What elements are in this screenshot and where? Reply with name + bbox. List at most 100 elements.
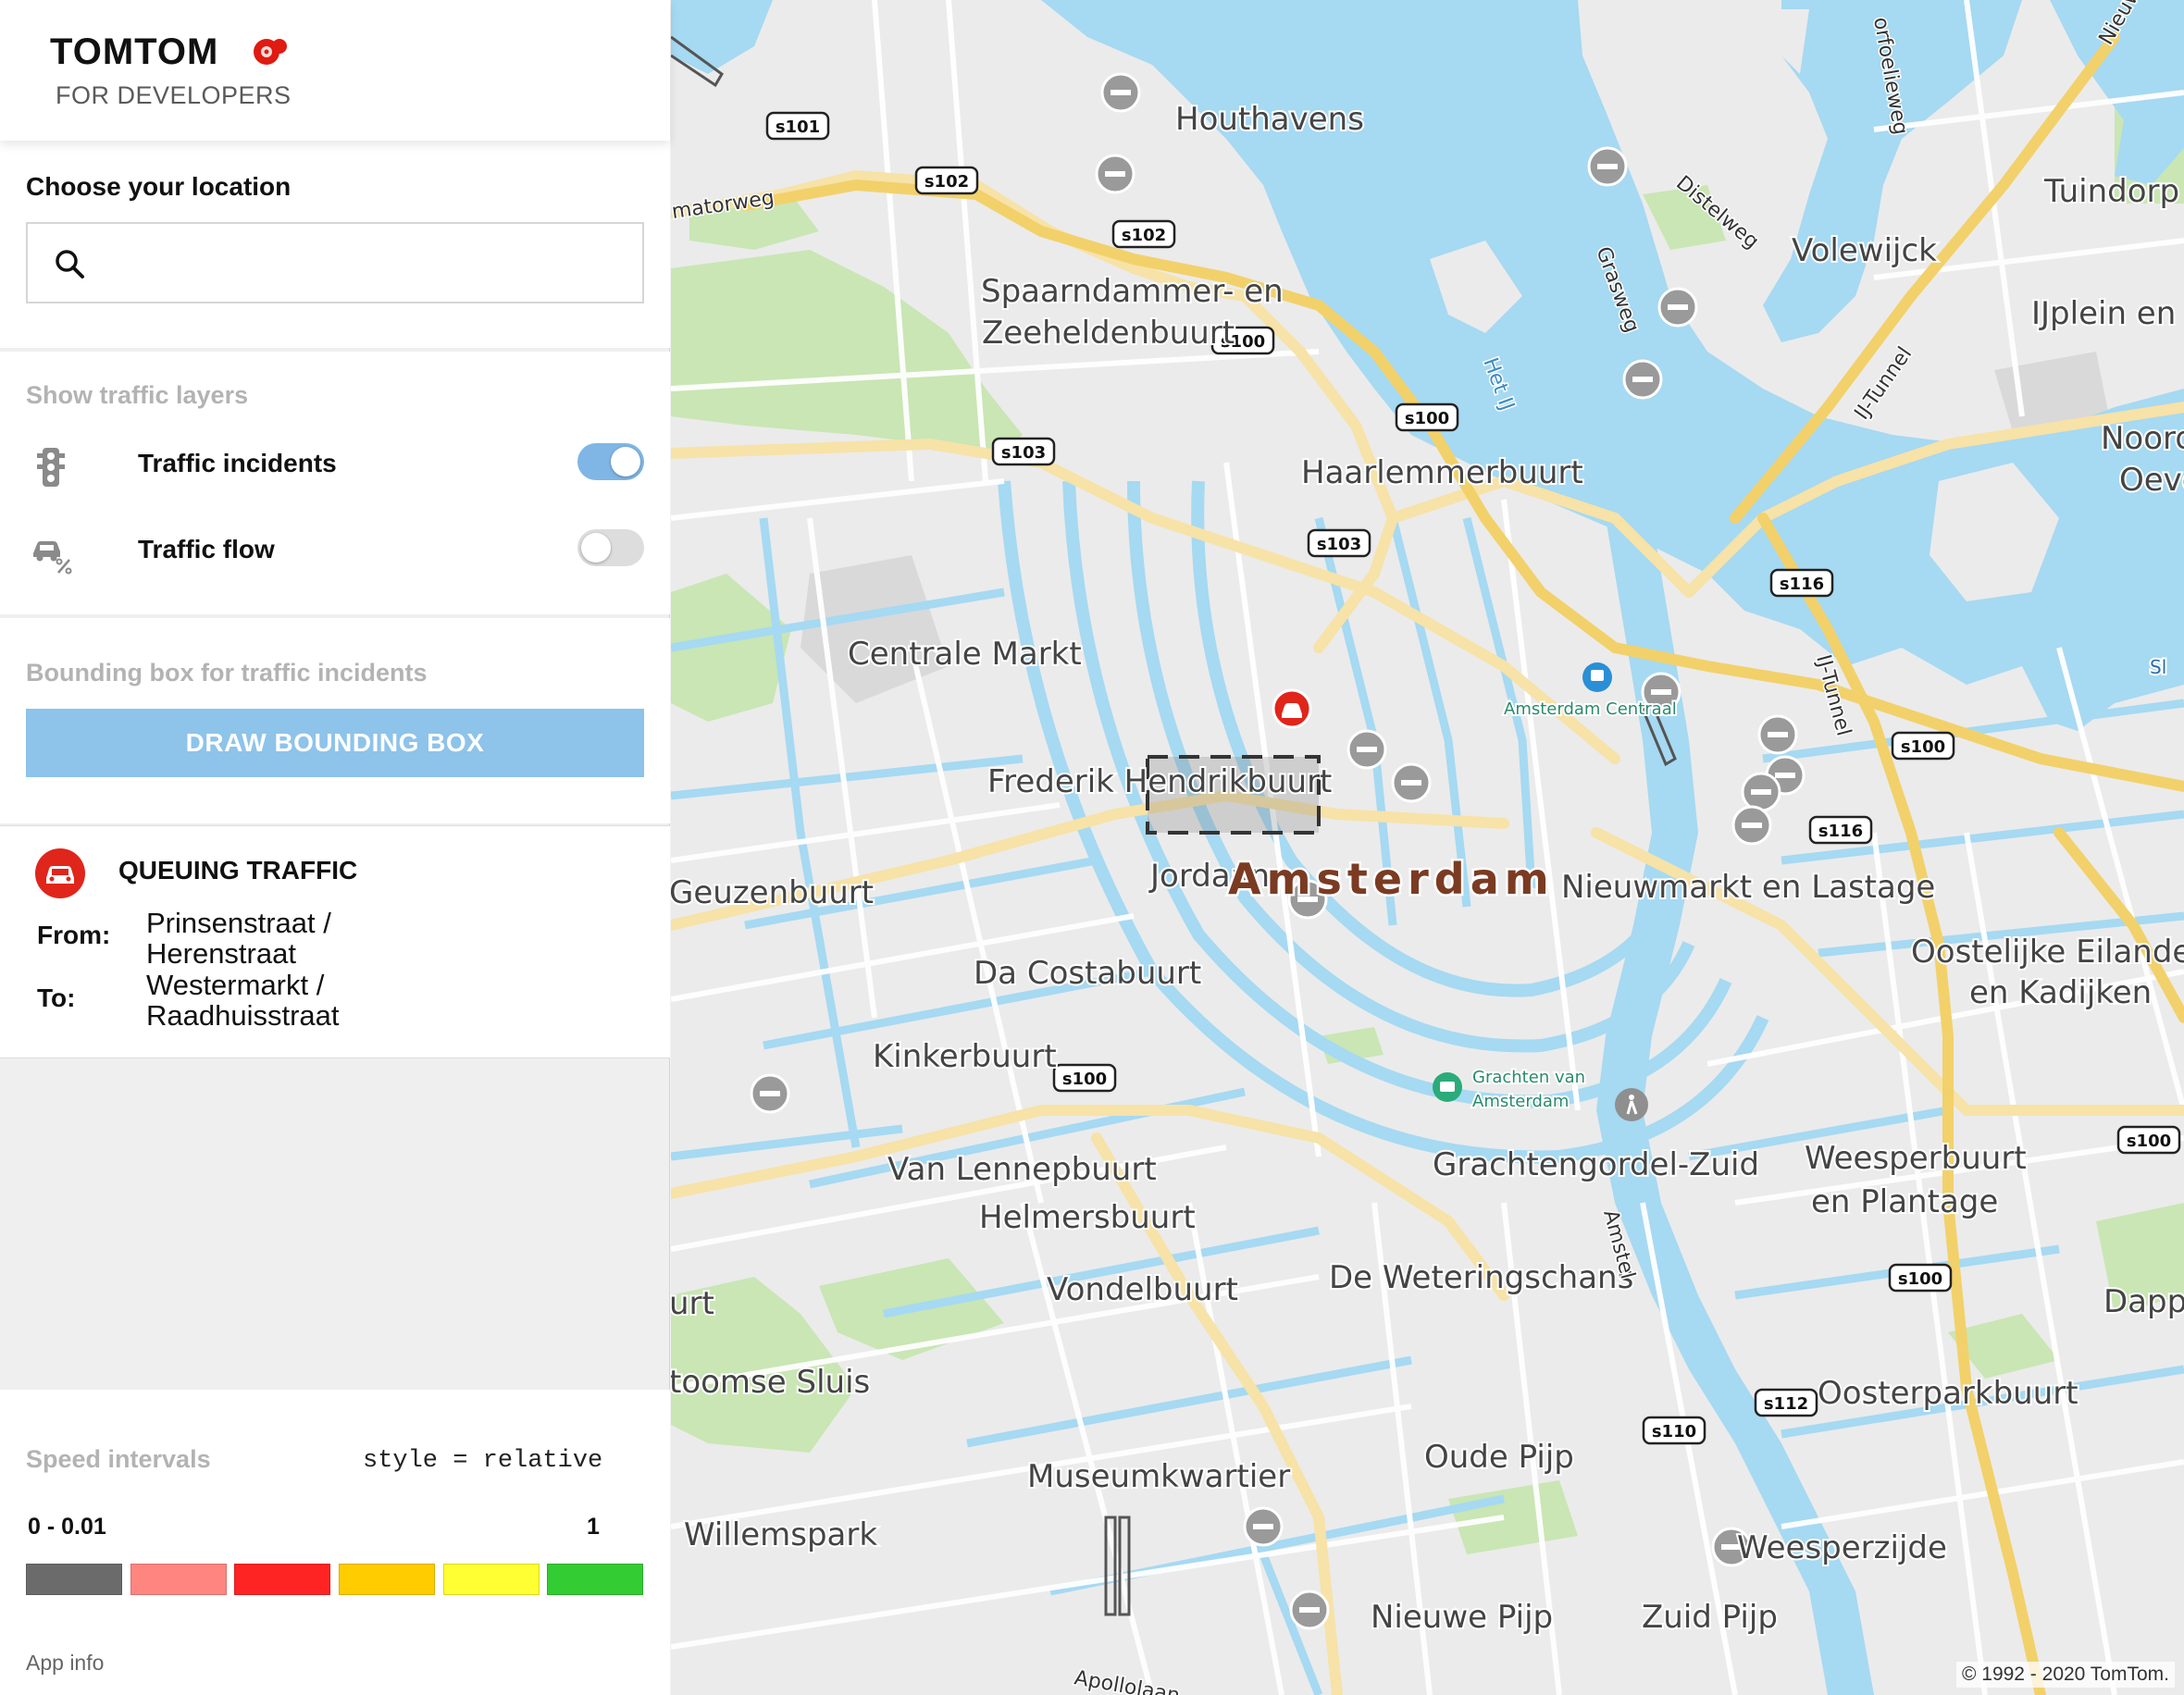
route-shield: s100: [1052, 1063, 1117, 1093]
place-label: Centrale Markt: [848, 636, 1082, 673]
traffic-flow-toggle[interactable]: [577, 529, 644, 566]
to-value-line2: Raadhuisstraat: [146, 999, 340, 1032]
search-box[interactable]: [26, 222, 644, 303]
place-label: en Kadijken: [1969, 974, 2152, 1011]
place-label: Museumkwartier: [1027, 1458, 1290, 1495]
to-value-line1: Westermarkt /: [146, 969, 325, 1001]
svg-text:s100: s100: [1405, 409, 1449, 428]
place-label: urt: [671, 1285, 714, 1322]
place-label: Oeve: [2119, 462, 2184, 499]
svg-text:s116: s116: [1818, 822, 1863, 841]
svg-text:s116: s116: [1780, 575, 1824, 594]
toggle-knob: [581, 533, 611, 563]
place-label: Frederik Hendrikbuurt: [987, 763, 1332, 800]
place-label: Houthavens: [1175, 101, 1364, 138]
tomtom-logo-icon: [254, 39, 287, 65]
place-label: Geuzenbuurt: [671, 874, 874, 911]
route-shield: s103: [1307, 528, 1371, 558]
svg-text:s102: s102: [1122, 226, 1166, 245]
speed-swatch: [443, 1564, 540, 1595]
pedestrian-icon: [1615, 1088, 1648, 1121]
speed-swatch: [547, 1564, 643, 1595]
incident-details-panel: QUEUING TRAFFIC From: Prinsenstraat / He…: [0, 825, 670, 1058]
place-label: Da Costabuurt: [974, 955, 1201, 992]
svg-text:s103: s103: [1001, 443, 1046, 463]
traffic-incidents-label: Traffic incidents: [138, 449, 337, 477]
place-label: en Plantage: [1811, 1183, 1998, 1220]
route-shield: s102: [914, 166, 979, 195]
header: TOMTOM FOR DEVELOPERS: [0, 0, 670, 141]
place-label: Weesperzijde: [1737, 1529, 1947, 1566]
speed-intervals-panel: Speed intervals style = relative 0 - 0.0…: [0, 1390, 670, 1695]
traffic-incidents-toggle[interactable]: [577, 443, 644, 480]
route-shield: s100: [1395, 402, 1459, 432]
place-label: Nieuwe Pijp: [1371, 1599, 1553, 1636]
svg-text:s100: s100: [2127, 1132, 2171, 1151]
svg-text:s102: s102: [924, 172, 969, 192]
route-shield: s102: [1111, 219, 1176, 249]
toggle-knob: [611, 447, 640, 476]
place-label: Amsterdam: [1472, 1092, 1569, 1111]
brand-subtitle: FOR DEVELOPERS: [56, 81, 292, 109]
place-label: Oude Pijp: [1424, 1439, 1574, 1476]
bounding-box-panel: Bounding box for traffic incidents DRAW …: [0, 618, 670, 823]
place-label: Oosterparkbuurt: [1818, 1375, 2079, 1412]
route-shield: s112: [1754, 1388, 1818, 1417]
location-title: Choose your location: [26, 172, 292, 201]
from-value-line1: Prinsenstraat /: [146, 907, 331, 939]
place-label: Kinkerbuurt: [873, 1038, 1057, 1075]
train-station-icon: [1582, 662, 1612, 692]
place-label: Grachten van: [1472, 1068, 1585, 1087]
route-shield: s101: [765, 111, 830, 141]
place-label: Zuid Pijp: [1642, 1599, 1778, 1636]
svg-text:s100: s100: [1898, 1269, 1942, 1289]
place-label: Nieuwmarkt en Lastage: [1561, 869, 1935, 906]
svg-text:s110: s110: [1652, 1422, 1696, 1441]
place-label: IJplein en: [2031, 295, 2176, 332]
map-copyright: © 1992 - 2020 TomTom.: [1955, 1662, 2175, 1688]
place-label: Vondelbuurt: [1047, 1271, 1238, 1308]
place-label: Willemspark: [684, 1516, 877, 1553]
place-label: Weesperbuurt: [1805, 1140, 2027, 1177]
route-shield: s116: [1769, 568, 1834, 598]
traffic-layers-panel: Show traffic layers Traffic incidents Tr…: [0, 352, 670, 614]
brand-logo: TOMTOM: [50, 31, 219, 72]
speed-swatch: [130, 1564, 227, 1595]
svg-text:s100: s100: [1901, 737, 1945, 757]
place-label: Zeeheldenbuurt: [982, 315, 1235, 352]
from-value-line2: Herenstraat: [146, 937, 296, 970]
speed-min-label: 0 - 0.01: [28, 1514, 106, 1540]
to-label: To:: [37, 984, 76, 1012]
route-shield: s116: [1808, 815, 1873, 845]
from-label: From:: [37, 921, 111, 949]
traffic-flow-label: Traffic flow: [138, 535, 275, 563]
sidebar: TOMTOM FOR DEVELOPERS Choose your locati…: [0, 0, 670, 1695]
svg-text:s101: s101: [776, 118, 820, 137]
incident-title: QUEUING TRAFFIC: [118, 856, 358, 885]
speed-max-label: 1: [587, 1514, 600, 1540]
draw-bounding-box-button[interactable]: DRAW BOUNDING BOX: [26, 709, 644, 777]
app-info-link[interactable]: App info: [26, 1651, 104, 1676]
incident-marker-car-icon: [1272, 688, 1312, 729]
bounding-box-title: Bounding box for traffic incidents: [26, 659, 428, 687]
camera-icon: [1433, 1072, 1462, 1102]
svg-text:s103: s103: [1317, 535, 1361, 554]
place-label: Noord: [2101, 420, 2184, 457]
style-label: style = relative: [363, 1447, 603, 1475]
location-panel: Choose your location: [0, 141, 670, 348]
place-label: Haarlemmerbuurt: [1301, 454, 1583, 491]
traffic-layers-title: Show traffic layers: [26, 381, 249, 409]
city-label: Amsterdam: [1228, 854, 1555, 904]
route-shield: s100: [1888, 1263, 1953, 1293]
map-canvas[interactable]: s101 s102 s102 s100 s100 s103 s103 s116 s116 s100…: [671, 0, 2184, 1695]
svg-text:s100: s100: [1062, 1070, 1107, 1089]
speed-swatch: [26, 1564, 122, 1595]
search-input[interactable]: [102, 237, 629, 289]
route-shield: s110: [1642, 1416, 1706, 1445]
speed-swatch: [234, 1564, 330, 1595]
place-label: toomse Sluis: [671, 1364, 870, 1401]
traffic-light-icon: [37, 448, 65, 487]
car-percent-icon: [33, 541, 72, 575]
place-label: Grachtengordel-Zuid: [1433, 1146, 1759, 1183]
place-label: Van Lennepbuurt: [887, 1151, 1157, 1188]
